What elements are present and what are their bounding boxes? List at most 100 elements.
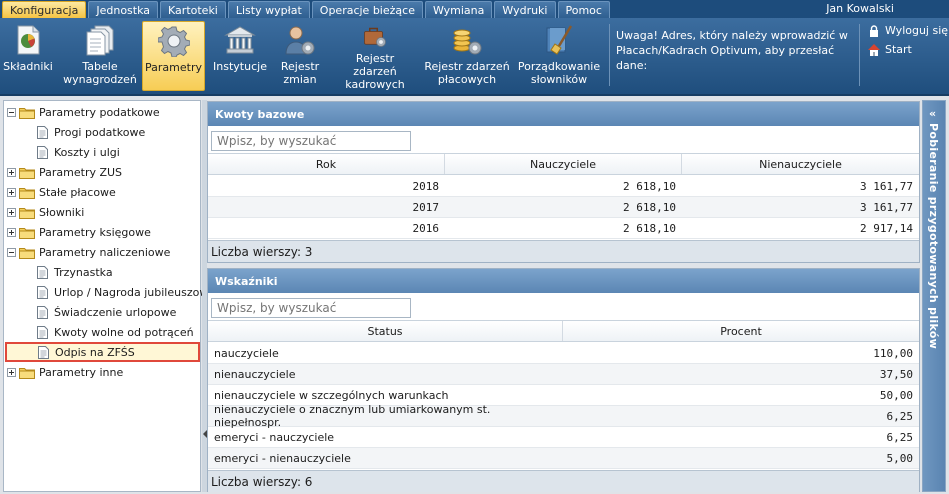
tree-item-label: Parametry księgowe bbox=[39, 225, 151, 239]
table-row[interactable]: 2017 2 618,10 3 161,77 bbox=[208, 197, 919, 218]
book-broom-icon bbox=[546, 25, 573, 55]
document-icon bbox=[37, 285, 48, 299]
double-chevron-icon[interactable]: « bbox=[929, 107, 936, 120]
ribbon-label: Składniki bbox=[3, 60, 53, 73]
downloads-side-pane[interactable]: « Pobieranie przygotowanych plików bbox=[922, 100, 946, 492]
tree-item-label: Parametry naliczeniowe bbox=[39, 245, 171, 259]
ribbon-button-skladniki[interactable]: Składniki bbox=[3, 21, 53, 91]
menu-tab-listy-wyplat[interactable]: Listy wypłat bbox=[227, 1, 310, 18]
table-cell: nauczyciele bbox=[214, 346, 279, 360]
tree-item-label: Świadczenie urlopowe bbox=[54, 305, 177, 319]
ribbon-label: Instytucje bbox=[213, 60, 267, 73]
lock-icon bbox=[870, 24, 878, 37]
tree-item[interactable]: Parametry naliczeniowe bbox=[7, 243, 170, 261]
menu-tab-wydruki[interactable]: Wydruki bbox=[494, 1, 556, 18]
menu-tab-pomoc[interactable]: Pomoc bbox=[557, 1, 610, 18]
column-header-rok[interactable]: Rok bbox=[208, 154, 445, 174]
table-row[interactable]: 2018 2 618,10 3 161,77 bbox=[208, 176, 919, 197]
tree-item[interactable]: Parametry inne bbox=[7, 363, 123, 381]
table-cell: 6,25 bbox=[886, 409, 914, 423]
table-cell: 2 618,10 bbox=[623, 221, 676, 235]
tree-item-label: Urlop / Nagroda jubileuszowa bbox=[54, 285, 216, 299]
ribbon-label: Rejestr zdarzeń płacowych bbox=[424, 60, 510, 86]
table-cell: 5,00 bbox=[886, 451, 914, 465]
table-row[interactable]: nienauczyciele o znacznym lub umiarkowan… bbox=[208, 403, 919, 429]
tree-item[interactable]: Urlop / Nagroda jubileuszowa bbox=[37, 283, 215, 301]
column-header-procent[interactable]: Procent bbox=[563, 321, 919, 341]
tree-item-label: Słowniki bbox=[39, 205, 85, 219]
table-row[interactable]: nienauczyciele 37,50 bbox=[208, 364, 919, 385]
folder-icon bbox=[19, 167, 35, 179]
navigation-tree: Parametry podatkowe Progi podatkowe Koszty… bbox=[3, 100, 215, 492]
table-row[interactable]: nauczyciele 110,00 bbox=[208, 343, 919, 364]
table-cell: 2017 bbox=[412, 200, 440, 214]
table-row[interactable]: emeryci - nauczyciele 6,25 bbox=[208, 427, 919, 448]
expand-icon[interactable] bbox=[7, 207, 16, 217]
tree-item[interactable]: Kwoty wolne od potrąceń bbox=[37, 323, 194, 341]
menu-tab-operacje-biezace[interactable]: Operacje bieżące bbox=[311, 1, 423, 18]
kwoty-grid-header: Rok Nauczyciele Nienauczyciele bbox=[208, 153, 919, 175]
folder-icon bbox=[19, 187, 35, 199]
panel-title: Kwoty bazowe bbox=[208, 102, 919, 126]
column-header-nauczyciele[interactable]: Nauczyciele bbox=[445, 154, 682, 174]
tree-item-label: Parametry ZUS bbox=[39, 165, 123, 179]
ribbon-button-porzadkowanie-slownikow[interactable]: Porządkowanie słowników bbox=[518, 21, 600, 91]
ribbon-button-tabele-wynagrodzen[interactable]: Tabele wynagrodzeń bbox=[62, 21, 138, 91]
expand-icon[interactable] bbox=[7, 187, 16, 197]
ribbon-button-parametry[interactable]: Parametry bbox=[142, 21, 205, 91]
briefcase-gear-icon bbox=[364, 27, 386, 47]
tree-item[interactable]: Parametry podatkowe bbox=[7, 103, 160, 121]
menu-bar: Konfiguracja Jednostka Kartoteki Listy w… bbox=[0, 0, 949, 18]
table-cell: 2 917,14 bbox=[860, 221, 913, 235]
table-cell: nienauczyciele w szczególnych warunkach bbox=[214, 388, 449, 402]
document-icon bbox=[38, 345, 49, 359]
tree-item[interactable]: Parametry ZUS bbox=[7, 163, 122, 181]
ribbon-button-instytucje[interactable]: Instytucje bbox=[211, 21, 269, 91]
menu-tab-konfiguracja[interactable]: Konfiguracja bbox=[2, 1, 87, 18]
expand-icon[interactable] bbox=[7, 367, 16, 377]
table-cell: 3 161,77 bbox=[860, 200, 913, 214]
kwoty-search-input[interactable] bbox=[211, 131, 411, 151]
downloads-pane-label: Pobieranie przygotowanych plików bbox=[927, 123, 940, 350]
collapse-icon[interactable] bbox=[7, 107, 16, 117]
tree-item-label: Stałe płacowe bbox=[39, 185, 116, 199]
tree-item-label: Koszty i ulgi bbox=[54, 145, 120, 159]
column-header-nienauczyciele[interactable]: Nienauczyciele bbox=[682, 154, 919, 174]
logout-link[interactable]: Wyloguj się bbox=[868, 24, 948, 37]
tree-item[interactable]: Trzynastka bbox=[37, 263, 113, 281]
expand-icon[interactable] bbox=[7, 227, 16, 237]
document-icon bbox=[37, 125, 48, 139]
expand-icon[interactable] bbox=[7, 167, 16, 177]
menu-tab-jednostka[interactable]: Jednostka bbox=[88, 1, 159, 18]
address-notice: Uwaga! Adres, który należy wprowadzić w … bbox=[616, 29, 848, 72]
tree-item[interactable]: Świadczenie urlopowe bbox=[37, 303, 176, 321]
column-header-status[interactable]: Status bbox=[208, 321, 563, 341]
menu-tab-wymiana[interactable]: Wymiana bbox=[424, 1, 493, 18]
tree-item[interactable]: Progi podatkowe bbox=[37, 123, 145, 141]
tree-item[interactable]: Słowniki bbox=[7, 203, 84, 221]
ribbon-button-rejestr-zmian[interactable]: Rejestr zmian bbox=[274, 21, 326, 91]
tree-item[interactable]: Stałe płacowe bbox=[7, 183, 116, 201]
ribbon-button-rejestr-zdarzen-kadrowych[interactable]: Rejestr zdarzeń kadrowych bbox=[334, 21, 416, 91]
table-cell: 3 161,77 bbox=[860, 179, 913, 193]
table-row[interactable]: 2016 2 618,10 2 917,14 bbox=[208, 218, 919, 239]
table-cell: 50,00 bbox=[879, 388, 913, 402]
ribbon-label: Tabele wynagrodzeń bbox=[63, 60, 137, 86]
tree-item[interactable]: Odpis na ZFŚS bbox=[5, 342, 200, 362]
collapse-icon[interactable] bbox=[7, 247, 16, 257]
tree-item-label: Parametry inne bbox=[39, 365, 124, 379]
document-icon bbox=[37, 325, 48, 339]
start-link[interactable]: Start bbox=[868, 43, 912, 56]
building-icon bbox=[224, 26, 256, 54]
table-row[interactable]: emeryci - nienauczyciele 5,00 bbox=[208, 448, 919, 469]
document-icon bbox=[37, 265, 48, 279]
tree-item[interactable]: Koszty i ulgi bbox=[37, 143, 120, 161]
menu-tab-kartoteki[interactable]: Kartoteki bbox=[160, 1, 226, 18]
ribbon-button-rejestr-zdarzen-placowych[interactable]: Rejestr zdarzeń płacowych bbox=[424, 21, 510, 91]
kwoty-bazowe-panel: Kwoty bazowe Rok Nauczyciele Nienauczyci… bbox=[207, 101, 920, 263]
table-cell: 2 618,10 bbox=[623, 200, 676, 214]
wskazniki-search-input[interactable] bbox=[211, 298, 411, 318]
ribbon-label: Porządkowanie słowników bbox=[517, 60, 601, 86]
user-gear-icon bbox=[285, 26, 315, 55]
tree-item[interactable]: Parametry księgowe bbox=[7, 223, 151, 241]
